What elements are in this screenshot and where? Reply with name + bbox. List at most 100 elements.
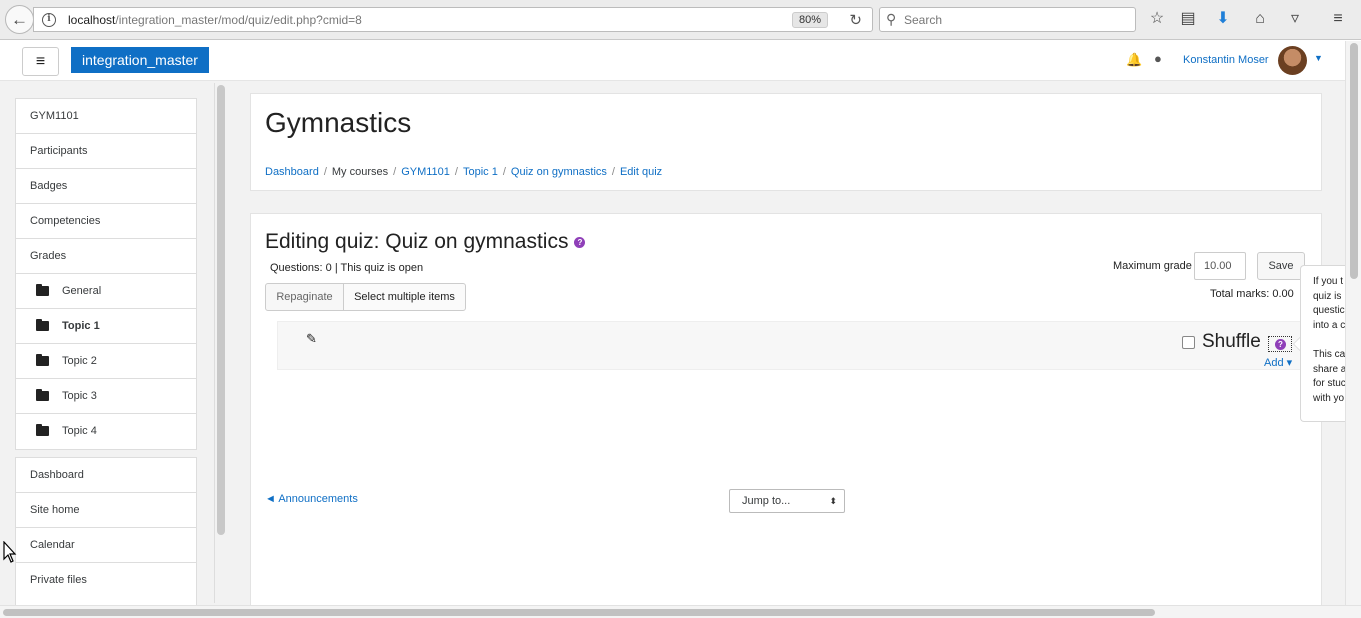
sidebar-item[interactable]: Grades	[16, 239, 196, 274]
search-placeholder: Search	[904, 13, 943, 27]
page-horizontal-scrollbar[interactable]	[0, 605, 1361, 618]
sidebar-item[interactable]: Participants	[16, 134, 196, 169]
site-name-link[interactable]: integration_master	[71, 47, 209, 73]
site-nav-block: Dashboard Site home Calendar Private files	[15, 457, 197, 605]
sidebar-item-label: Topic 1	[62, 320, 100, 332]
breadcrumb-item[interactable]: Edit quiz	[620, 166, 662, 178]
vertical-scroll-thumb[interactable]	[1350, 43, 1358, 279]
site-navbar: ≡ integration_master 🔔 ● Konstantin Mose…	[0, 41, 1345, 81]
sidebar-item[interactable]: Badges	[16, 169, 196, 204]
max-grade-input[interactable]: 10.00	[1194, 252, 1246, 280]
reading-list-icon[interactable]: ▤	[1178, 9, 1198, 29]
sidebar-item-label: Competencies	[30, 215, 101, 227]
avatar[interactable]	[1278, 46, 1307, 75]
home-icon[interactable]: ⌂	[1250, 9, 1270, 29]
reload-icon[interactable]: ↻	[849, 11, 862, 29]
repaginate-button[interactable]: Repaginate	[265, 283, 344, 311]
page-vertical-scrollbar[interactable]	[1345, 41, 1361, 605]
drawer-scroll-thumb[interactable]	[217, 85, 225, 535]
quiz-title: Editing quiz: Quiz on gymnastics?	[265, 230, 586, 254]
url-bar[interactable]: i localhost/integration_master/mod/quiz/…	[33, 7, 873, 32]
breadcrumb-separator: /	[611, 166, 615, 178]
folder-icon	[36, 389, 49, 401]
breadcrumb-item[interactable]: Quiz on gymnastics	[511, 166, 607, 178]
info-icon[interactable]: i	[42, 13, 56, 27]
course-nav-block: GYM1101 Participants Badges Competencies Gra…	[15, 98, 197, 450]
sidebar-item[interactable]: Topic 4	[16, 414, 196, 449]
jump-to-value: Jump to...	[742, 495, 791, 507]
quiz-edit-region: Editing quiz: Quiz on gymnastics? Questi…	[250, 213, 1322, 605]
browser-search-input[interactable]: ⚲ Search	[879, 7, 1136, 32]
caret-down-icon[interactable]: ▼	[1314, 53, 1323, 63]
url-text: localhost/integration_master/mod/quiz/ed…	[68, 13, 362, 27]
chat-icon[interactable]: ●	[1154, 51, 1162, 66]
quiz-status: Questions: 0 | This quiz is open	[270, 262, 424, 274]
sidebar-item-label: Topic 3	[62, 390, 97, 402]
bell-icon[interactable]: 🔔	[1126, 52, 1142, 68]
folder-icon	[36, 354, 49, 366]
drawer-scrollbar[interactable]	[214, 83, 226, 603]
sidebar-item[interactable]: GYM1101	[16, 99, 196, 134]
sidebar-item[interactable]: Competencies	[16, 204, 196, 239]
breadcrumb-separator: /	[454, 166, 458, 178]
main-region: Gymnastics Dashboard / My courses / GYM1101 /…	[232, 81, 1345, 605]
url-host: localhost	[68, 13, 116, 27]
breadcrumb-item[interactable]: Dashboard	[265, 166, 319, 178]
quiz-section: ✎ Shuffle ? Add ▾	[277, 321, 1305, 370]
help-icon: ?	[1275, 339, 1286, 350]
select-arrows-icon: ⬍	[829, 496, 837, 506]
sidebar-item-label: Topic 2	[62, 355, 97, 367]
breadcrumb-item[interactable]: GYM1101	[401, 166, 450, 178]
zoom-level[interactable]: 80%	[791, 12, 828, 28]
add-menu-link[interactable]: Add ▾	[1264, 356, 1292, 369]
sidebar-item[interactable]: Site home	[16, 493, 196, 528]
search-icon: ⚲	[886, 11, 897, 27]
shuffle-label: Shuffle	[1202, 331, 1261, 352]
total-marks: Total marks: 0.00	[1210, 288, 1294, 300]
arrow-left-icon: ←	[11, 9, 28, 29]
sidebar-item[interactable]: Dashboard	[16, 458, 196, 493]
sidebar-item[interactable]: Topic 1	[16, 309, 196, 344]
breadcrumb-item: My courses	[331, 166, 389, 178]
sidebar-item-label: Topic 4	[62, 425, 97, 437]
jump-to-select[interactable]: Jump to... ⬍	[729, 489, 845, 513]
sidebar-item[interactable]: Topic 2	[16, 344, 196, 379]
select-multiple-button[interactable]: Select multiple items	[343, 283, 466, 311]
bookmark-star-icon[interactable]: ☆	[1147, 9, 1167, 29]
sidebar-item[interactable]: General	[16, 274, 196, 309]
save-button[interactable]: Save	[1257, 252, 1305, 280]
sidebar-item[interactable]: Topic 3	[16, 379, 196, 414]
sidebar-item-label: Badges	[30, 180, 68, 192]
browser-toolbar: ← i localhost/integration_master/mod/qui…	[0, 0, 1361, 40]
horizontal-scroll-thumb[interactable]	[3, 609, 1155, 616]
user-menu-name[interactable]: Konstantin Moser	[1183, 54, 1269, 66]
sidebar-item[interactable]: Private files	[16, 563, 196, 598]
nav-drawer: GYM1101 Participants Badges Competencies Gra…	[0, 81, 232, 605]
breadcrumb-item[interactable]: Topic 1	[463, 166, 498, 178]
folder-icon	[36, 319, 49, 331]
page-header: Gymnastics Dashboard / My courses / GYM1101 /…	[250, 93, 1322, 191]
folder-icon	[36, 284, 49, 296]
page-title: Gymnastics	[265, 107, 412, 138]
quiz-title-text: Editing quiz: Quiz on gymnastics	[265, 230, 569, 253]
breadcrumb-separator: /	[323, 166, 327, 178]
sidebar-item-label: Participants	[30, 145, 88, 157]
back-button[interactable]: ←	[5, 5, 34, 34]
edit-pencil-icon[interactable]: ✎	[306, 331, 317, 347]
sidebar-item-label: General	[62, 285, 102, 297]
menu-icon[interactable]: ≡	[1328, 9, 1348, 29]
pocket-icon[interactable]: ▿	[1285, 9, 1305, 29]
breadcrumb-separator: /	[502, 166, 506, 178]
shuffle-help-button[interactable]: ?	[1268, 336, 1292, 352]
shuffle-checkbox[interactable]	[1182, 336, 1195, 349]
prev-activity-link[interactable]: ◄ Announcements	[265, 493, 358, 505]
folder-icon	[36, 424, 49, 436]
sidebar-item-label: Grades	[30, 250, 67, 262]
sidebar-item[interactable]: Calendar	[16, 528, 196, 563]
drawer-toggle-button[interactable]: ≡	[22, 47, 59, 76]
url-path: /integration_master/mod/quiz/edit.php?cm…	[115, 13, 362, 27]
breadcrumb: Dashboard / My courses / GYM1101 / Topic 1 / Qui…	[265, 166, 662, 178]
help-icon[interactable]: ?	[574, 236, 586, 248]
breadcrumb-separator: /	[393, 166, 397, 178]
download-icon[interactable]: ⬇	[1213, 9, 1233, 29]
